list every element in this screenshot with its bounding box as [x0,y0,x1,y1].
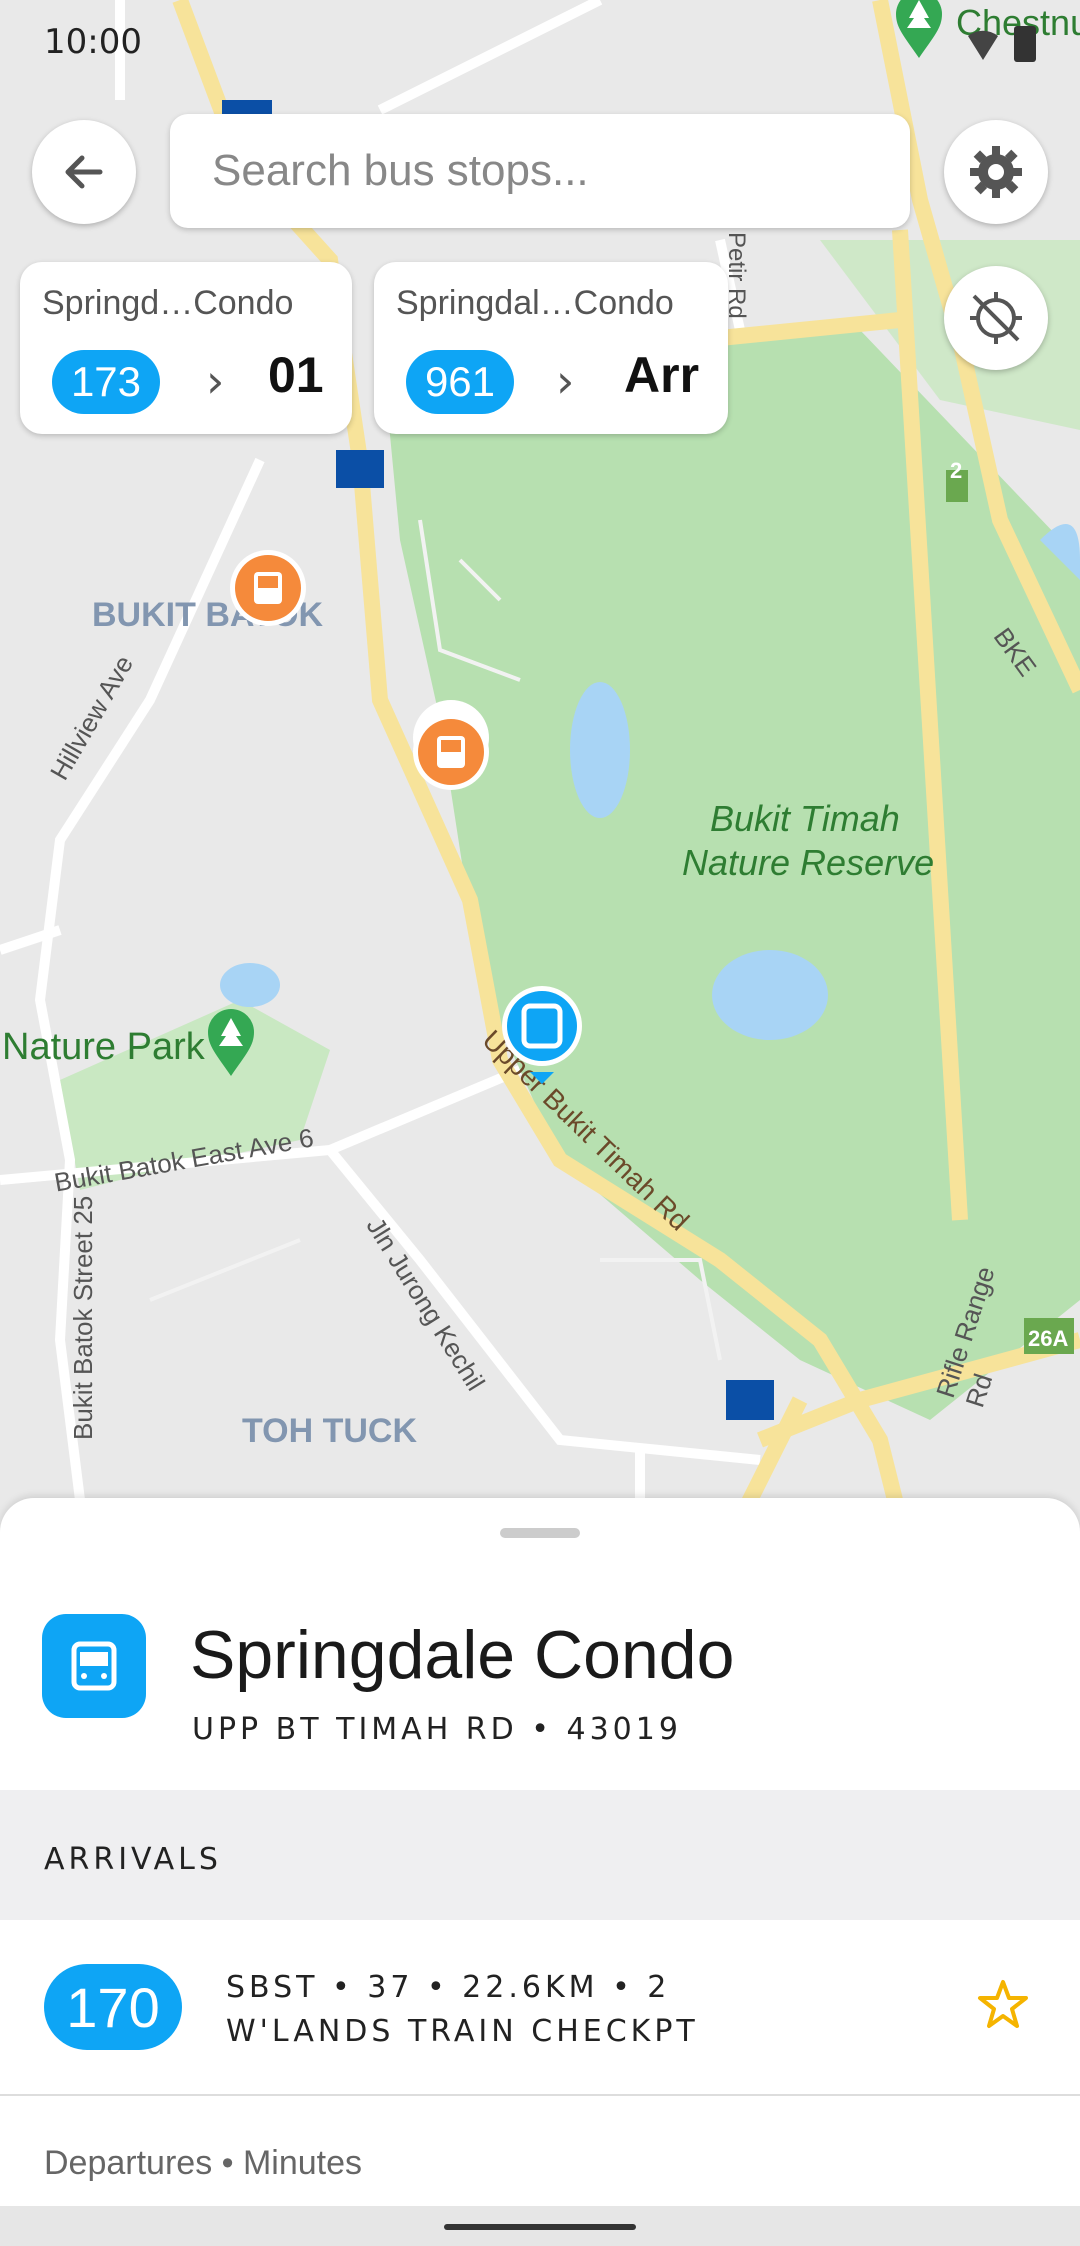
park-pin-icon[interactable] [206,1008,256,1078]
map-label-toh-tuck: TOH TUCK [242,1412,418,1450]
arrivals-header: ARRIVALS [44,1842,222,1877]
service-info: SBST • 37 • 22.6KM • 2 [226,1970,671,2005]
chevron-right-icon: › [556,354,575,408]
live-bus-marker[interactable] [408,698,494,796]
bus-stop-icon [42,1614,146,1718]
service-row[interactable]: 170 SBST • 37 • 22.6KM • 2 W'LANDS TRAIN… [0,1920,1080,2096]
drag-handle[interactable] [500,1528,580,1538]
pond [220,963,280,1007]
gear-icon [970,146,1022,198]
signal-icon [968,30,998,60]
search-bar[interactable] [170,114,910,228]
departures-label: Departures • Minutes [44,2144,363,2182]
live-bus-marker[interactable] [228,548,308,634]
status-time: 10:00 [44,22,142,62]
chevron-right-icon: › [206,354,225,408]
map-view[interactable]: BUKIT BATOK Hillview Ave Bukit Timah Nat… [0,0,1080,1520]
pinned-stop-title: Springd…Condo [42,284,294,322]
map-label-nature-park: Nature Park [2,1026,205,1068]
back-button[interactable] [32,120,136,224]
location-off-icon [970,292,1022,344]
stop-subtitle: UPP BT TIMAH RD • 43019 [192,1712,682,1747]
pinned-stop-title: Springdal…Condo [396,284,674,322]
selected-stop-marker[interactable] [500,984,584,1084]
pinned-stop-card[interactable]: Springdal…Condo 961 › Arr [374,262,728,434]
pinned-service-badge: 173 [52,350,160,414]
service-destination: W'LANDS TRAIN CHECKPT [226,2014,699,2049]
pinned-arrival-value: Arr [624,347,700,403]
pinned-service-badge: 961 [406,350,514,414]
stop-name: Springdale Condo [190,1617,735,1693]
reservoir-2 [712,950,828,1040]
service-number-badge: 170 [44,1964,182,2050]
arrivals-section-header: ARRIVALS [0,1790,1080,1920]
search-input[interactable] [210,140,874,202]
navigation-bar [0,2206,1080,2246]
home-indicator[interactable] [444,2224,636,2230]
location-button[interactable] [944,266,1048,370]
status-bar: 10:00 [0,0,1080,90]
star-icon[interactable] [976,1978,1030,2032]
map-label-exit-26a: 26A [1028,1326,1069,1351]
map-label-bb-street-25: Bukit Batok Street 25 [68,1195,98,1440]
reservoir-1 [570,682,630,818]
pinned-arrival-value: 01 [268,347,324,403]
arrow-left-icon [65,155,103,189]
map-label-exit-2: 2 [950,458,963,483]
stop-details-sheet[interactable]: Springdale Condo UPP BT TIMAH RD • 43019… [0,1498,1080,2246]
map-label-reserve-1: Bukit Timah [710,798,900,839]
pinned-stop-card[interactable]: Springd…Condo 173 › 01 [20,262,352,434]
map-label-reserve-2: Nature Reserve [682,842,935,883]
settings-button[interactable] [944,120,1048,224]
battery-icon [1014,26,1036,62]
map-canvas[interactable] [0,0,1080,1520]
